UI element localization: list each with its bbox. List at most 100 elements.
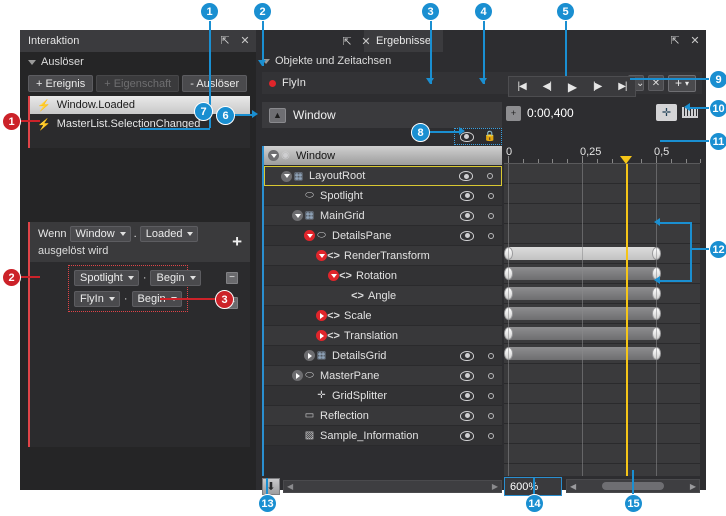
play-icon[interactable]: ▶ — [568, 80, 577, 94]
lock-icon[interactable] — [488, 392, 494, 399]
eye-icon[interactable] — [460, 350, 474, 361]
close-icon[interactable]: ✕ — [359, 34, 373, 48]
scroll-right-icon[interactable]: ▶ — [690, 482, 696, 491]
caret-down-icon — [28, 59, 36, 65]
tree-row-rotation[interactable]: <> Rotation — [264, 266, 502, 286]
expander-icon[interactable] — [316, 310, 327, 321]
tree-row-reflection[interactable]: ▭ Reflection — [264, 406, 502, 426]
expander-icon[interactable] — [292, 370, 303, 381]
float-icon[interactable]: ⇱ — [218, 33, 232, 47]
tree-row-maingrid[interactable]: ▦ MainGrid — [264, 206, 502, 226]
objects-timelines-header[interactable]: Objekte und Zeitachsen — [256, 52, 706, 70]
ruler-tick — [656, 156, 657, 163]
next-frame-icon[interactable]: |▶ — [593, 81, 602, 92]
tree-row-gridsplitter[interactable]: ✛ GridSplitter — [264, 386, 502, 406]
tree-row-angle[interactable]: <> Angle — [264, 286, 502, 306]
tree-row-window[interactable]: ◉ Window — [264, 146, 502, 166]
timeline-track[interactable] — [504, 324, 700, 344]
close-icon[interactable]: ✕ — [688, 33, 702, 47]
first-frame-icon[interactable]: |◀ — [517, 81, 526, 92]
expander-icon[interactable] — [316, 330, 327, 341]
tree-row-sample_information[interactable]: ▨ Sample_Information — [264, 426, 502, 446]
current-time-field[interactable]: + 0:00,400 — [506, 102, 638, 124]
scroll-left-icon[interactable]: ◀ — [287, 482, 293, 491]
ruler-label: 0,25 — [580, 146, 602, 158]
eye-icon[interactable] — [460, 190, 474, 201]
tree-row-scale[interactable]: <> Scale — [264, 306, 502, 326]
lock-icon[interactable] — [488, 412, 494, 419]
expander-icon[interactable] — [328, 270, 339, 281]
add-action-button[interactable]: + — [232, 232, 242, 252]
timeline-track[interactable] — [504, 444, 700, 464]
tree-row-detailspane[interactable]: ⬭ DetailsPane — [264, 226, 502, 246]
lock-icon[interactable] — [488, 212, 494, 219]
float-icon[interactable]: ⇱ — [340, 34, 354, 48]
timeline-track[interactable] — [504, 204, 700, 224]
condition-object-dropdown[interactable]: Window — [69, 226, 131, 242]
action-target-dropdown[interactable]: FlyIn — [74, 291, 120, 307]
tree-row-translation[interactable]: <> Translation — [264, 326, 502, 346]
record-keyframe-icon[interactable]: + — [506, 105, 521, 121]
add-event-button[interactable]: + Ereignis — [28, 75, 94, 92]
expander-icon[interactable] — [268, 150, 279, 161]
expander-icon[interactable] — [304, 230, 315, 241]
tree-row-detailsgrid[interactable]: ▦ DetailsGrid — [264, 346, 502, 366]
timeline-track[interactable] — [504, 184, 700, 204]
timeline-track[interactable] — [504, 164, 700, 184]
eye-icon[interactable] — [460, 370, 474, 381]
remove-action-button[interactable]: − — [226, 272, 238, 284]
expander-icon[interactable] — [316, 250, 327, 261]
close-icon[interactable]: ✕ — [238, 33, 252, 47]
eye-icon[interactable] — [460, 430, 474, 441]
action-target-dropdown[interactable]: Spotlight — [74, 270, 139, 286]
lightning-icon: ⚡ — [37, 99, 51, 112]
storyboard-name[interactable]: FlyIn — [282, 77, 306, 89]
last-frame-icon[interactable]: ▶| — [618, 81, 627, 92]
lock-icon[interactable] — [488, 192, 494, 199]
expander-icon[interactable] — [281, 170, 292, 182]
ausloeser-section-header[interactable]: Auslöser — [20, 52, 256, 72]
lock-icon[interactable]: 🔒 — [484, 131, 496, 142]
condition-event-dropdown[interactable]: Loaded — [139, 226, 199, 242]
lock-icon[interactable] — [488, 232, 494, 239]
tree-horizontal-scrollbar[interactable]: ◀ ▶ — [283, 480, 502, 493]
tree-row-masterpane[interactable]: ⬭ MasterPane — [264, 366, 502, 386]
playhead[interactable] — [626, 164, 628, 476]
timeline-track[interactable] — [504, 344, 700, 364]
lock-icon[interactable] — [488, 352, 494, 359]
scroll-left-icon[interactable]: ◀ — [570, 482, 576, 491]
timeline-ruler[interactable]: 0 0,25 0,5 — [504, 146, 702, 164]
storyboard-root-row[interactable]: ▲ Window — [262, 102, 502, 128]
tree-row-layoutroot[interactable]: ▦ LayoutRoot — [264, 166, 502, 186]
scroll-right-icon[interactable]: ▶ — [492, 482, 498, 491]
remove-trigger-button[interactable]: - Auslöser — [182, 75, 248, 92]
expander-icon[interactable] — [304, 350, 315, 361]
pan-tool-icon[interactable]: ✛ — [656, 104, 677, 121]
float-icon[interactable]: ⇱ — [668, 33, 682, 47]
timeline-track[interactable] — [504, 244, 700, 264]
eye-icon[interactable] — [460, 390, 474, 401]
prev-frame-icon[interactable]: ◀| — [543, 81, 552, 92]
timeline-track[interactable] — [504, 404, 700, 424]
timeline-track[interactable] — [504, 364, 700, 384]
arrow-down-icon[interactable]: ⬇ — [262, 478, 280, 495]
lock-icon[interactable] — [487, 173, 493, 179]
timeline-track[interactable] — [504, 224, 700, 244]
action-verb-dropdown[interactable]: Begin — [150, 270, 201, 286]
timeline-track[interactable] — [504, 284, 700, 304]
eye-icon[interactable] — [459, 171, 473, 181]
eye-icon[interactable] — [460, 230, 474, 241]
playhead-handle[interactable] — [620, 156, 633, 164]
timeline-track[interactable] — [504, 384, 700, 404]
eye-icon[interactable] — [460, 410, 474, 421]
lock-icon[interactable] — [488, 372, 494, 379]
eye-icon[interactable] — [460, 210, 474, 221]
timeline-tracks[interactable] — [504, 164, 700, 476]
tree-row-spotlight[interactable]: ⬭ Spotlight — [264, 186, 502, 206]
window-icon: ▲ — [269, 107, 286, 123]
tree-row-rendertransform[interactable]: <> RenderTransform — [264, 246, 502, 266]
timeline-track[interactable] — [504, 304, 700, 324]
lock-icon[interactable] — [488, 432, 494, 439]
timeline-track[interactable] — [504, 424, 700, 444]
expander-icon[interactable] — [292, 210, 303, 221]
